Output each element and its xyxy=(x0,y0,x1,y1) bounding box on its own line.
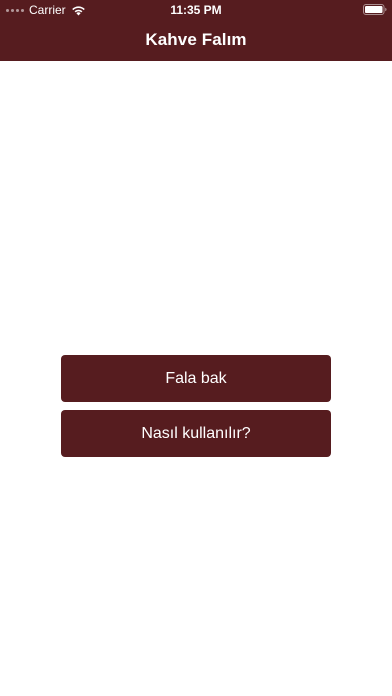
battery-icon xyxy=(363,4,387,15)
page-title: Kahve Falım xyxy=(145,30,247,49)
fala-bak-button[interactable]: Fala bak xyxy=(61,355,331,402)
status-bar: Carrier 11:35 PM xyxy=(0,0,392,20)
status-time: 11:35 PM xyxy=(170,3,222,17)
how-to-use-button[interactable]: Nasıl kullanılır? xyxy=(61,410,331,457)
navigation-header: Carrier 11:35 PM Kahve Falım xyxy=(0,0,392,61)
